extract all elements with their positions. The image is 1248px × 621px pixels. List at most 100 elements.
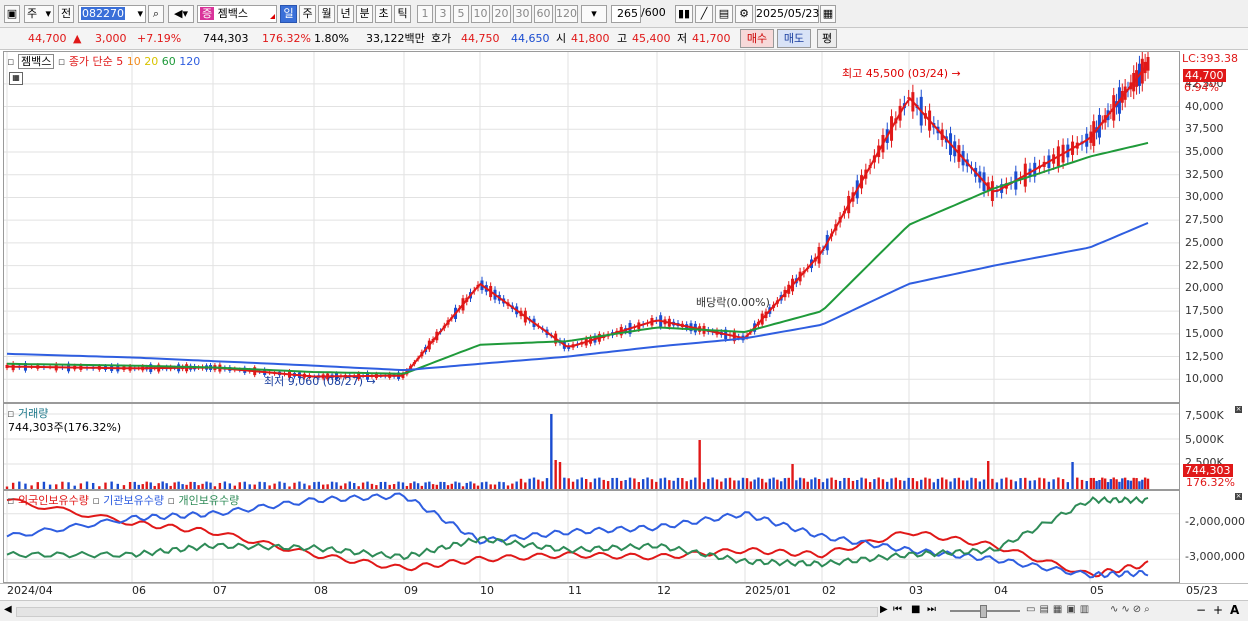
volume-bar — [133, 481, 136, 489]
close-icon[interactable]: × — [1235, 493, 1242, 500]
zoom-slider-handle[interactable] — [980, 605, 987, 618]
interval-button[interactable]: 60 — [534, 5, 553, 23]
window-menu-icon[interactable]: ▣ — [4, 5, 20, 23]
volume-bar — [843, 477, 846, 489]
interval-button[interactable]: 120 — [555, 5, 578, 23]
interval-dropdown[interactable]: ▾ — [581, 5, 607, 23]
interval-button[interactable]: 10 — [471, 5, 490, 23]
gear-icon[interactable]: ⚙ — [735, 5, 753, 23]
scroll-left-icon[interactable]: ◀ — [4, 604, 12, 615]
legend-institution: 기관보유수량 — [103, 494, 165, 507]
toolbar: ▣ 주 ▾ 전 082270 ▾ ⌕ ◀▾ 증 젬백스 일 주 월 년 분 초 틱 … — [0, 0, 1248, 28]
volume-bar — [915, 481, 919, 489]
interval-button[interactable]: 30 — [513, 5, 532, 23]
volume-bar — [567, 478, 570, 489]
volume-bar — [205, 481, 208, 489]
volume-bar — [907, 477, 910, 489]
volume-bar — [409, 483, 412, 489]
legend-stock-name[interactable]: 젬백스 — [17, 54, 55, 69]
sell-button[interactable]: 매도 — [777, 29, 811, 48]
stop-icon[interactable]: ■ — [911, 604, 920, 615]
stock-name-field[interactable]: 증 젬백스 — [197, 5, 277, 23]
interval-button[interactable]: 3 — [435, 5, 451, 23]
volume-value: 744,303 — [203, 32, 249, 45]
quote-info-bar: 44,700 ▲ 3,000 +7.19% 744,303 176.32% 1.… — [0, 28, 1248, 50]
volume-bar — [830, 477, 833, 489]
tab-tick[interactable]: 틱 — [394, 5, 411, 23]
volume-bar — [620, 480, 623, 489]
horizontal-scrollbar[interactable] — [16, 607, 878, 617]
zoom-out-icon[interactable]: + — [1213, 603, 1223, 617]
volume-bar — [511, 483, 514, 489]
volume-bar — [388, 484, 391, 489]
volume-bar — [761, 478, 764, 489]
zoom-in-icon[interactable]: − — [1196, 603, 1206, 617]
interval-button[interactable]: 20 — [492, 5, 511, 23]
interval-button[interactable]: 1 — [417, 5, 433, 23]
volume-bar — [435, 484, 439, 489]
volume-bar — [36, 482, 39, 489]
scroll-right-icon[interactable]: ▶ — [880, 604, 888, 615]
volume-bar — [357, 486, 360, 489]
volume-bar — [1138, 481, 1141, 489]
interval-button[interactable]: 5 — [453, 5, 469, 23]
speaker-icon[interactable]: ◀▾ — [168, 5, 194, 23]
layout-tools-icon[interactable]: ▭▤▦▣▥ — [1026, 604, 1093, 615]
price-tick: 20,000 — [1185, 281, 1224, 295]
bottom-toolbar: ◀ ▶ ⏮ ■ ⏭ ▭▤▦▣▥ ∿∿⊘⌕ − + A — [0, 600, 1248, 621]
volume-bar — [1121, 478, 1124, 489]
tab-minute[interactable]: 분 — [356, 5, 373, 23]
x-axis-label: 06 — [132, 584, 146, 597]
volume-chart-panel[interactable]: ▫ 거래량 744,303주(176.32%) — [3, 403, 1180, 490]
text-tool-icon[interactable]: A — [1230, 603, 1239, 617]
price-tick: 40,000 — [1185, 99, 1224, 113]
tab-week[interactable]: 주 — [299, 5, 316, 23]
stock-code-input[interactable]: 082270 ▾ — [78, 5, 146, 23]
volume-bar — [288, 486, 291, 489]
bar-count-input[interactable]: 265 — [611, 5, 641, 23]
open-price: 41,800 — [571, 32, 610, 45]
tab-day[interactable]: 일 — [280, 5, 297, 23]
last-page-icon[interactable]: ⏭ — [927, 604, 936, 615]
volume-bar — [480, 482, 484, 489]
tab-year[interactable]: 년 — [337, 5, 354, 23]
prefix-button[interactable]: 전 — [58, 5, 74, 23]
grid-table-icon[interactable]: ▦ — [9, 72, 23, 85]
volume-bar — [624, 480, 627, 489]
holdings-chart-panel[interactable]: ▫ 외국인보유수량 ▫ 기관보유수량 ▫ 개인보유수량 — [3, 490, 1180, 583]
ask-price: 44,750 — [461, 32, 500, 45]
x-axis: 2024/04 06 07 08 09 10 11 12 2025/01 02 03 04 05 — [0, 583, 1248, 600]
volume-bar — [903, 480, 906, 489]
buy-button[interactable]: 매수 — [740, 29, 774, 48]
volume-bar — [633, 478, 636, 489]
volume-value-label: 744,303주(176.32%) — [8, 421, 122, 434]
volume-bar — [817, 479, 821, 489]
price-tick: 27,500 — [1185, 213, 1224, 227]
tab-second[interactable]: 초 — [375, 5, 392, 23]
first-page-icon[interactable]: ⏮ — [893, 604, 902, 615]
volume-y-axis: 7,500K 5,000K 2,500K 744,303 176.32% × — [1180, 403, 1244, 490]
volume-bar — [711, 477, 714, 489]
volume-bar — [370, 483, 374, 489]
low-label: 저 — [677, 32, 688, 45]
volume-bar — [1092, 477, 1095, 489]
volume-bar — [366, 481, 369, 489]
volume-bar — [519, 478, 523, 489]
candle-type-icon[interactable]: ▮▮ — [675, 5, 693, 23]
search-icon[interactable]: ⌕ — [148, 5, 164, 23]
close-icon[interactable]: × — [1235, 406, 1242, 413]
drawing-tools-icon[interactable]: ∿∿⊘⌕ — [1110, 604, 1153, 615]
draw-tool-icon[interactable]: ╱ — [695, 5, 713, 23]
tab-month[interactable]: 월 — [318, 5, 335, 23]
price-chart-panel[interactable]: ▫ 젬백스 ▫ 종가 단순 5 10 20 60 120 ▦ 최고 45,500… — [3, 51, 1180, 403]
market-value: 주 — [27, 7, 38, 20]
market-select[interactable]: 주 ▾ — [24, 5, 54, 23]
save-icon[interactable]: ▤ — [715, 5, 733, 23]
volume-bar — [779, 481, 783, 489]
legend-ma-5: 5 — [116, 55, 124, 68]
volume-bar — [161, 481, 164, 489]
volume-bar — [1098, 479, 1101, 489]
calendar-icon[interactable]: ▦ — [820, 5, 836, 23]
evaluate-button[interactable]: 평 — [817, 29, 837, 48]
date-input[interactable]: 2025/05/23 — [755, 5, 819, 23]
